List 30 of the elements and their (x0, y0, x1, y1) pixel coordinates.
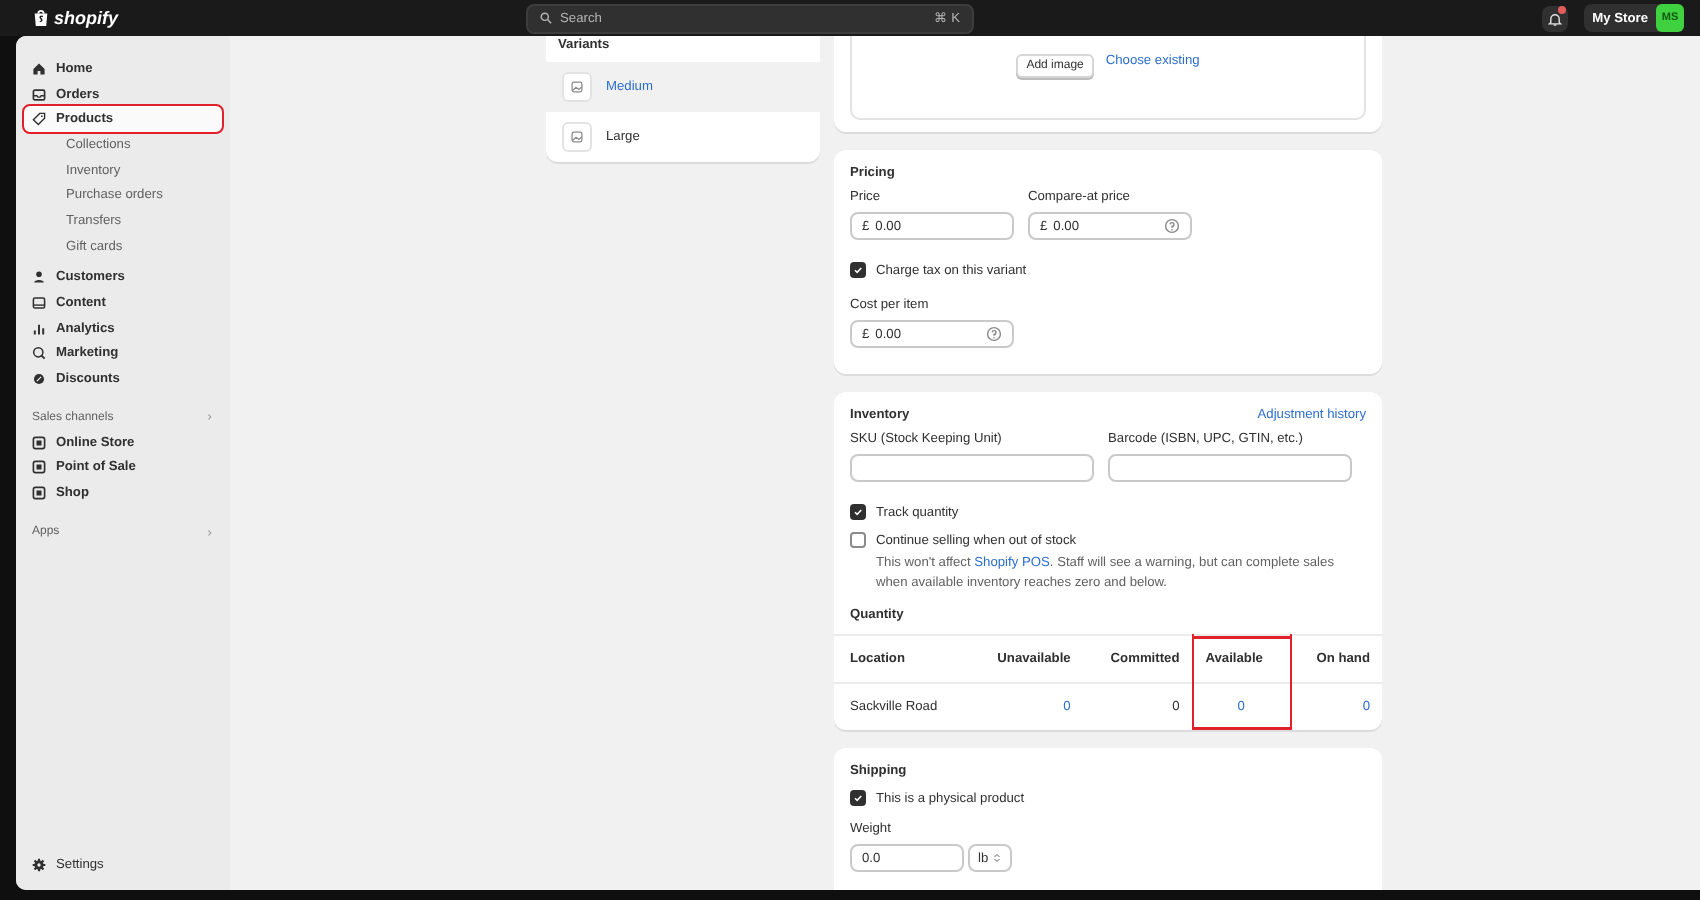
store-icon (32, 460, 46, 475)
nav-icon (32, 61, 46, 76)
bell-icon (1548, 11, 1563, 25)
help-icon (986, 326, 1002, 342)
checkbox[interactable] (850, 504, 866, 520)
nav-icon (32, 270, 46, 285)
help-icon (1164, 218, 1180, 234)
input-field[interactable] (1108, 454, 1352, 482)
nav-icon (32, 346, 46, 361)
nav-icon (32, 321, 46, 336)
input-field[interactable] (850, 454, 1094, 482)
checkbox[interactable] (850, 790, 866, 807)
checkbox[interactable] (850, 262, 866, 278)
store-icon (32, 486, 46, 501)
store-icon (32, 435, 46, 450)
settings-icon (32, 858, 46, 873)
chevron-right-icon (206, 412, 214, 423)
search-icon (540, 12, 553, 24)
notifications-button[interactable] (1542, 5, 1569, 31)
nav-icon (32, 87, 46, 102)
nav-icon (32, 372, 46, 387)
nav-icon (32, 112, 46, 127)
chevron-right-icon (206, 527, 214, 537)
checkbox[interactable] (850, 532, 866, 548)
image-icon (570, 80, 584, 94)
logo-text: shopify (54, 8, 119, 28)
image-icon (570, 130, 584, 144)
nav-icon (32, 296, 46, 311)
select-arrows-icon (992, 852, 1003, 865)
bag-icon (32, 8, 50, 28)
